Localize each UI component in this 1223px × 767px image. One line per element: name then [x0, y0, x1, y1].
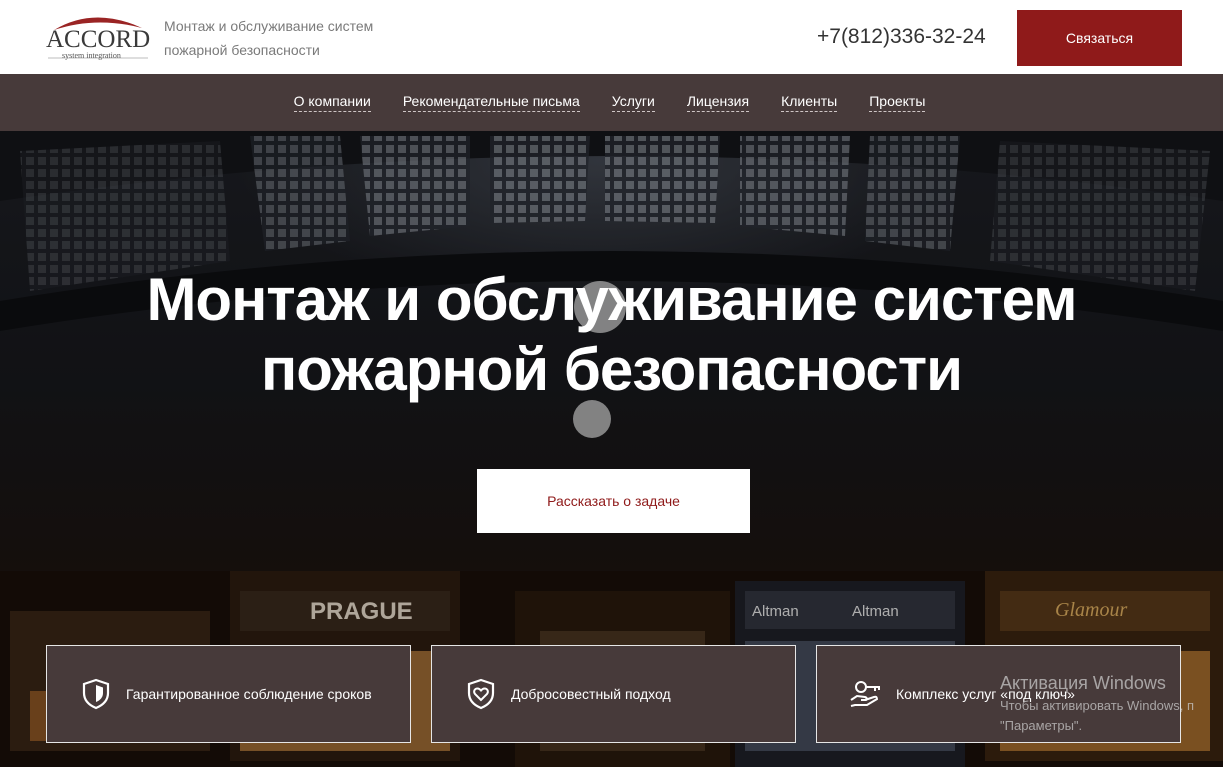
- shield-check-icon: [79, 677, 113, 711]
- logo-name: ACCORD: [46, 26, 151, 53]
- header-tagline: Монтаж и обслуживание систем пожарной бе…: [164, 18, 374, 58]
- feature-card-deadlines: Гарантированное соблюдение сроков: [46, 645, 411, 743]
- nav-item-clients[interactable]: Клиенты: [781, 93, 838, 112]
- hand-key-icon: [849, 677, 883, 711]
- logo-subtitle: system integration: [62, 51, 121, 60]
- feature-card-approach: Добросовестный подход: [431, 645, 796, 743]
- describe-task-button[interactable]: Рассказать о задаче: [477, 469, 750, 533]
- slider-dot[interactable]: [573, 400, 611, 438]
- nav-item-recommendations[interactable]: Рекомендательные письма: [402, 93, 580, 112]
- feature-label: Гарантированное соблюдение сроков: [126, 686, 372, 702]
- hero-title-line1: Монтаж и обслуживание систем: [146, 266, 1077, 333]
- nav-item-projects[interactable]: Проекты: [869, 93, 926, 112]
- watermark-line1: Активация Windows: [1000, 673, 1166, 693]
- hero-title-line2: пожарной безопасности: [261, 336, 963, 403]
- phone-number[interactable]: +7(812)336-32-24: [817, 25, 986, 49]
- shield-heart-icon: [464, 677, 498, 711]
- watermark-line2: Чтобы активировать Windows, п: [1000, 698, 1195, 713]
- hero-title: Монтаж и обслуживание систем пожарной бе…: [60, 265, 1163, 405]
- watermark-line3: "Параметры".: [1000, 718, 1083, 733]
- feature-label: Добросовестный подход: [511, 686, 671, 702]
- nav-item-services[interactable]: Услуги: [611, 93, 655, 112]
- site-header: ACCORD system integration Монтаж и обслу…: [0, 0, 1223, 74]
- main-nav: О компании Рекомендательные письма Услуг…: [0, 74, 1223, 131]
- nav-item-about[interactable]: О компании: [293, 93, 371, 112]
- logo[interactable]: ACCORD system integration: [44, 12, 152, 62]
- contact-button[interactable]: Связаться: [1017, 10, 1182, 66]
- windows-activation-watermark: Активация Windows Чтобы активировать Win…: [1000, 670, 1194, 736]
- nav-item-license[interactable]: Лицензия: [686, 93, 750, 112]
